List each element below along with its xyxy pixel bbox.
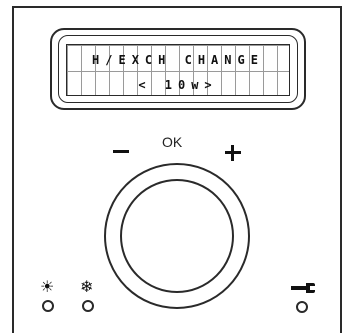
panel-border-right	[340, 6, 342, 333]
lcd-line-1: H/EXCH CHANGE	[92, 53, 264, 67]
panel-border-top	[12, 6, 342, 8]
control-panel: H/EXCH CHANGE < 10w> OK ☀ ❄	[0, 0, 350, 333]
panel-border-left	[12, 6, 14, 333]
rotary-knob[interactable]	[104, 163, 250, 309]
service-button[interactable]	[296, 301, 308, 313]
ok-label: OK	[162, 134, 183, 150]
sun-icon: ☀	[40, 279, 55, 296]
snow-mode-button[interactable]	[82, 300, 94, 312]
minus-button[interactable]	[113, 150, 129, 153]
wrench-icon	[291, 283, 315, 293]
snowflake-icon: ❄	[80, 279, 94, 296]
sun-mode-button[interactable]	[42, 300, 54, 312]
plus-button[interactable]	[225, 145, 241, 161]
lcd-line-2: < 10w>	[138, 78, 218, 92]
knob-ring	[120, 179, 234, 293]
